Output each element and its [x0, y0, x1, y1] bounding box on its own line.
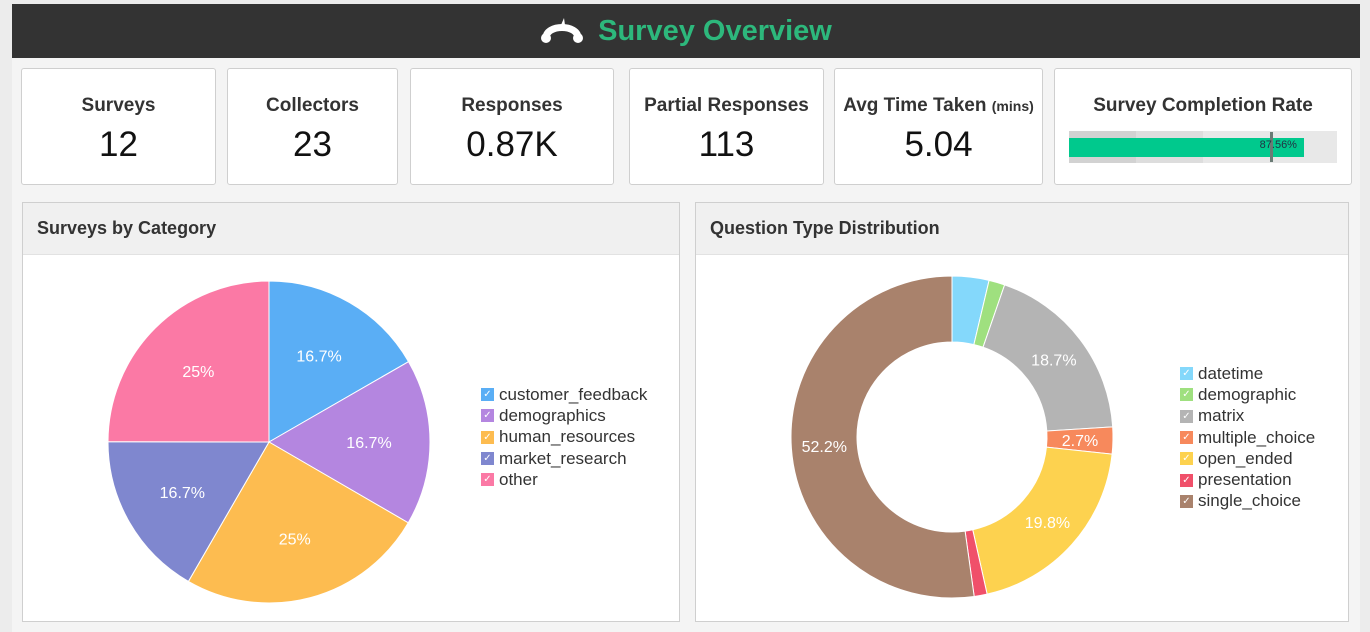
legend-item-presentation[interactable]: ✓ presentation [1180, 469, 1315, 490]
completion-value: 87.56% [1259, 139, 1297, 151]
legend-item-other[interactable]: ✓ other [481, 469, 647, 490]
checkbox-icon[interactable]: ✓ [1180, 388, 1193, 402]
kpi-label: Survey Completion Rate [1093, 95, 1313, 116]
dashboard: Survey Overview Surveys 12 Collectors 23… [12, 4, 1360, 632]
kpi-label: Responses [461, 95, 563, 116]
checkbox-icon[interactable]: ✓ [481, 452, 494, 466]
slice-label: 52.2% [802, 439, 847, 456]
legend-label: market_research [499, 448, 627, 468]
checkbox-icon[interactable]: ✓ [1180, 452, 1193, 466]
page-title: Survey Overview [598, 14, 832, 47]
kpi-collectors: Collectors 23 [227, 68, 398, 185]
slice-single-choice[interactable] [790, 275, 975, 599]
kpi-label: Surveys [81, 95, 156, 116]
panel-title: Question Type Distribution [696, 203, 1348, 255]
legend-label: single_choice [1198, 491, 1302, 511]
kpi-value: 5.04 [904, 125, 973, 164]
checkbox-icon[interactable]: ✓ [1180, 473, 1193, 487]
legend-item-human-resources[interactable]: ✓ human_resources [481, 427, 647, 448]
slice-label: 25% [279, 532, 311, 549]
legend-item-customer-feedback[interactable]: ✓ customer_feedback [481, 384, 647, 405]
kpi-unit: (mins) [991, 98, 1034, 114]
legend-label: demographics [499, 405, 606, 425]
checkbox-icon[interactable]: ✓ [1180, 494, 1193, 508]
legend-item-market-research[interactable]: ✓ market_research [481, 448, 647, 469]
legend-label: presentation [1198, 470, 1292, 490]
legend-label: human_resources [499, 427, 636, 447]
legend-item-matrix[interactable]: ✓ matrix [1180, 406, 1315, 427]
kpi-label: Partial Responses [644, 95, 809, 116]
slice-other[interactable] [107, 280, 270, 443]
checkbox-icon[interactable]: ✓ [481, 409, 494, 423]
legend-item-demographics[interactable]: ✓ demographics [481, 405, 647, 426]
checkbox-icon[interactable]: ✓ [1180, 431, 1193, 445]
kpi-avg-time: Avg Time Taken (mins) 5.04 [834, 68, 1043, 185]
surveymonkey-logo-icon [541, 18, 584, 43]
legend-label: datetime [1198, 363, 1264, 383]
kpi-label: Avg Time Taken (mins) [835, 95, 1042, 117]
slice-label: 2.7% [1062, 433, 1098, 450]
legend-item-multiple-choice[interactable]: ✓ multiple_choice [1180, 427, 1315, 448]
kpi-value: 23 [293, 125, 332, 164]
legend-label: other [499, 469, 538, 489]
panel-surveys-by-category: Surveys by Category 16.7% 16.7% 25% 16.7% 25… [22, 202, 680, 622]
kpi-label-text: Avg Time Taken [843, 95, 987, 116]
pie-legend: ✓ customer_feedback ✓ demographics ✓ human_re… [481, 384, 647, 490]
completion-bullet-bar: 87.56% [1069, 131, 1337, 163]
legend-item-open-ended[interactable]: ✓ open_ended [1180, 448, 1315, 469]
kpi-surveys: Surveys 12 [21, 68, 216, 185]
slice-label: 18.7% [1031, 353, 1076, 370]
kpi-partial-responses: Partial Responses 113 [629, 68, 824, 185]
panel-title: Surveys by Category [23, 203, 679, 255]
panel-question-type-distribution: Question Type Distribution 18.7% 2.7% 19.8… [695, 202, 1349, 622]
legend-label: matrix [1198, 406, 1245, 426]
legend-label: demographic [1198, 384, 1297, 404]
slice-label: 16.7% [296, 348, 341, 365]
kpi-value: 113 [698, 125, 755, 164]
slice-label: 16.7% [346, 435, 391, 452]
kpi-value: 0.87K [466, 125, 558, 164]
kpi-completion-rate: Survey Completion Rate 87.56% [1054, 68, 1352, 185]
checkbox-icon[interactable]: ✓ [481, 388, 494, 402]
legend-item-datetime[interactable]: ✓ datetime [1180, 363, 1315, 384]
slice-label: 19.8% [1025, 515, 1070, 532]
legend-label: multiple_choice [1198, 427, 1316, 447]
legend-label: customer_feedback [499, 384, 648, 404]
legend-item-single-choice[interactable]: ✓ single_choice [1180, 491, 1315, 512]
kpi-label: Collectors [266, 95, 359, 116]
donut-legend: ✓ datetime ✓ demographic ✓ matrix ✓ multiple_ch… [1180, 363, 1315, 512]
kpi-value: 12 [99, 125, 138, 164]
checkbox-icon[interactable]: ✓ [481, 430, 494, 444]
checkbox-icon[interactable]: ✓ [481, 473, 494, 487]
checkbox-icon[interactable]: ✓ [1180, 367, 1193, 381]
legend-item-demographic[interactable]: ✓ demographic [1180, 384, 1315, 405]
kpi-responses: Responses 0.87K [410, 68, 614, 185]
slice-label: 16.7% [160, 485, 205, 502]
legend-label: open_ended [1198, 448, 1293, 468]
checkbox-icon[interactable]: ✓ [1180, 409, 1193, 423]
slice-label: 25% [182, 364, 214, 381]
header-bar: Survey Overview [12, 4, 1360, 58]
